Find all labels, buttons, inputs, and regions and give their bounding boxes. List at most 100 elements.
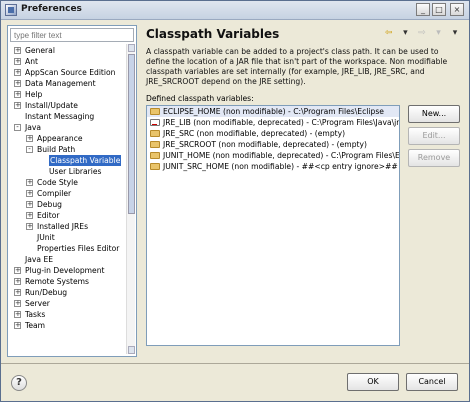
preferences-window: Preferences _ □ × + General + Ant + AppScan S…	[0, 0, 470, 402]
tree-item[interactable]: + Tasks	[10, 309, 126, 320]
back-arrow-icon[interactable]: ⇦	[383, 28, 395, 38]
collapse-icon[interactable]: -	[14, 124, 21, 131]
expand-icon[interactable]: +	[14, 102, 21, 109]
tree-item[interactable]: + Compiler	[10, 188, 126, 199]
edit-button[interactable]: Edit...	[408, 127, 460, 145]
expand-icon[interactable]: +	[14, 91, 21, 98]
ok-button[interactable]: OK	[347, 373, 399, 391]
variable-row[interactable]: JRE_LIB (non modifiable, deprecated) - C…	[147, 117, 399, 128]
tree-item[interactable]: + Plug-in Development	[10, 265, 126, 276]
expand-icon[interactable]: +	[14, 58, 21, 65]
view-menu-icon[interactable]: ▾	[449, 28, 461, 38]
page-content: Classpath Variables ⇦ ▾ ⇨ ▾ ▾ A classpat…	[142, 23, 465, 359]
variable-label: ECLIPSE_HOME (non modifiable) - C:\Progr…	[163, 107, 384, 116]
variable-row[interactable]: JUNIT_SRC_HOME (non modifiable) - ##<cp …	[147, 161, 399, 172]
expand-icon[interactable]: +	[26, 212, 33, 219]
forward-arrow-icon[interactable]: ⇨	[416, 28, 428, 38]
expand-icon[interactable]: +	[14, 267, 21, 274]
tree-item[interactable]: + Code Style	[10, 177, 126, 188]
tree-item[interactable]: + Install/Update	[10, 100, 126, 111]
expand-icon[interactable]: +	[26, 179, 33, 186]
title-bar[interactable]: Preferences _ □ ×	[1, 1, 469, 20]
tree-item[interactable]: Instant Messaging	[10, 111, 126, 122]
tree-item[interactable]: + Editor	[10, 210, 126, 221]
tree-item[interactable]: + Appearance	[10, 133, 126, 144]
tree-item[interactable]: + Debug	[10, 199, 126, 210]
expand-icon[interactable]: +	[26, 201, 33, 208]
variable-row[interactable]: JRE_SRC (non modifiable, deprecated) - (…	[147, 128, 399, 139]
tree-item-label: Instant Messaging	[25, 112, 95, 121]
window-title: Preferences	[21, 4, 82, 14]
tree-item-label: Data Management	[25, 79, 96, 88]
tree-item[interactable]: + Team	[10, 320, 126, 331]
folder-icon	[150, 141, 160, 148]
preferences-app-icon	[5, 4, 17, 16]
maximize-button[interactable]: □	[432, 3, 446, 16]
collapse-icon[interactable]: -	[26, 146, 33, 153]
tree-item-label: Java	[25, 123, 42, 132]
tree-item[interactable]: - Build Path	[10, 144, 126, 155]
folder-icon	[150, 152, 160, 159]
expand-icon[interactable]: +	[14, 289, 21, 296]
cancel-button[interactable]: Cancel	[406, 373, 458, 391]
tree-item[interactable]: Java EE	[10, 254, 126, 265]
preferences-tree: + General + Ant + AppScan Source Edition + Data…	[10, 45, 126, 355]
tree-item[interactable]: JUnit	[10, 232, 126, 243]
tree-item[interactable]: + Ant	[10, 56, 126, 67]
variable-row[interactable]: JRE_SRCROOT (non modifiable, deprecated)…	[147, 139, 399, 150]
tree-item-label: Ant	[25, 57, 38, 66]
expand-icon[interactable]: +	[14, 80, 21, 87]
expand-icon[interactable]: +	[26, 190, 33, 197]
expand-icon[interactable]: +	[14, 300, 21, 307]
variable-label: JRE_LIB (non modifiable, deprecated) - C…	[163, 118, 400, 127]
tree-item[interactable]: + Server	[10, 298, 126, 309]
minimize-button[interactable]: _	[416, 3, 430, 16]
tree-item-label: Appearance	[37, 134, 83, 143]
tree-item[interactable]: + Data Management	[10, 78, 126, 89]
filter-input[interactable]	[10, 28, 134, 42]
variable-label: JUNIT_HOME (non modifiable, deprecated) …	[163, 151, 400, 160]
new-button[interactable]: New...	[408, 105, 460, 123]
tree-item[interactable]: Properties Files Editor	[10, 243, 126, 254]
forward-dropdown-icon[interactable]: ▾	[432, 28, 444, 38]
classpath-variables-list[interactable]: ECLIPSE_HOME (non modifiable) - C:\Progr…	[146, 105, 400, 346]
tree-item-label: Team	[25, 321, 46, 330]
tree-item-label: Run/Debug	[25, 288, 68, 297]
back-dropdown-icon[interactable]: ▾	[399, 28, 411, 38]
tree-item-label: Help	[25, 90, 43, 99]
tree-item[interactable]: + General	[10, 45, 126, 56]
tree-item-label: General	[25, 46, 55, 55]
tree-item[interactable]: User Libraries	[10, 166, 126, 177]
expand-icon[interactable]: +	[14, 311, 21, 318]
variable-label: JRE_SRCROOT (non modifiable, deprecated)…	[163, 140, 367, 149]
jar-icon	[150, 119, 160, 126]
tree-item-label: Code Style	[37, 178, 78, 187]
tree-item[interactable]: - Java	[10, 122, 126, 133]
tree-item[interactable]: Classpath Variable	[10, 155, 126, 166]
tree-item[interactable]: + Run/Debug	[10, 287, 126, 298]
help-icon[interactable]: ?	[11, 375, 27, 391]
variable-label: JRE_SRC (non modifiable, deprecated) - (…	[163, 129, 346, 138]
expand-icon[interactable]: +	[26, 135, 33, 142]
variable-row[interactable]: JUNIT_HOME (non modifiable, deprecated) …	[147, 150, 399, 161]
tree-item-label: AppScan Source Edition	[25, 68, 116, 77]
remove-button[interactable]: Remove	[408, 149, 460, 167]
expand-icon[interactable]: +	[14, 69, 21, 76]
scroll-down-arrow[interactable]	[128, 346, 135, 354]
scroll-up-arrow[interactable]	[128, 44, 135, 52]
tree-item[interactable]: + Installed JREs	[10, 221, 126, 232]
tree-item[interactable]: + AppScan Source Edition	[10, 67, 126, 78]
expand-icon[interactable]: +	[26, 223, 33, 230]
variable-row[interactable]: ECLIPSE_HOME (non modifiable) - C:\Progr…	[147, 106, 399, 117]
tree-item-label: Compiler	[37, 189, 72, 198]
tree-item-label: Install/Update	[25, 101, 78, 110]
expand-icon[interactable]: +	[14, 278, 21, 285]
tree-item[interactable]: + Help	[10, 89, 126, 100]
expand-icon[interactable]: +	[14, 47, 21, 54]
close-button[interactable]: ×	[450, 3, 464, 16]
scroll-thumb[interactable]	[128, 54, 135, 214]
folder-icon	[150, 163, 160, 170]
expand-icon[interactable]: +	[14, 322, 21, 329]
tree-scrollbar[interactable]	[126, 44, 135, 354]
tree-item[interactable]: + Remote Systems	[10, 276, 126, 287]
